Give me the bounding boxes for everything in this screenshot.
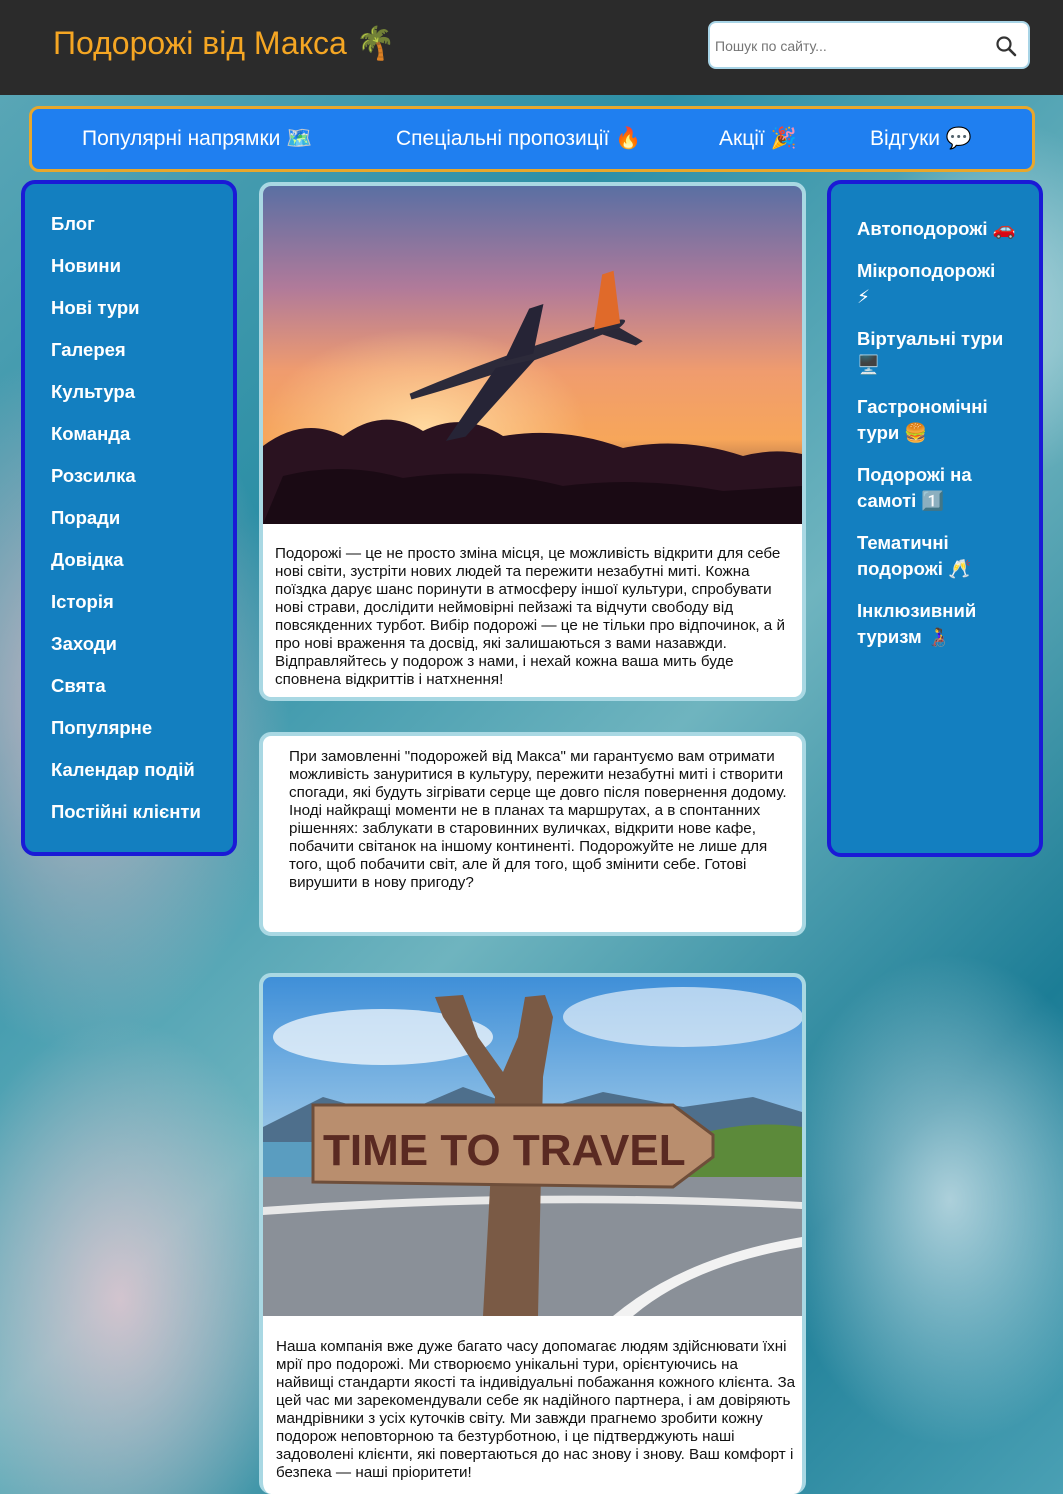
content-card: TIME TO TRAVEL Наша компанія вже дуже ба… xyxy=(259,973,806,1494)
sidebar-item-news[interactable]: Новини xyxy=(51,255,121,277)
content-card: Подорожі — це не просто зміна місця, це … xyxy=(259,182,806,701)
card-text: При замовленні "подорожей від Макса" ми … xyxy=(289,748,787,891)
sidebar-item-virtual-tours[interactable]: Віртуальні тури 🖥️ xyxy=(857,326,1007,378)
sidebar-item-gastro-tours[interactable]: Гастрономічні тури 🍔 xyxy=(857,394,1007,446)
card-text: Подорожі — це не просто зміна місця, це … xyxy=(275,545,785,688)
sidebar-item-road-trips[interactable]: Автоподорожі 🚗 xyxy=(857,216,1037,242)
sidebar-item-newsletter[interactable]: Розсилка xyxy=(51,465,136,487)
top-navigation: Популярні напрямки 🗺️ Спеціальні пропози… xyxy=(29,106,1035,172)
sidebar-item-solo-travel[interactable]: Подорожі на самоті 1️⃣ xyxy=(857,462,997,514)
right-sidebar: Автоподорожі 🚗 Мікроподорожі ⚡ Віртуальн… xyxy=(827,180,1043,857)
nav-reviews[interactable]: Відгуки 💬 xyxy=(870,127,972,151)
time-to-travel-image: TIME TO TRAVEL xyxy=(263,977,802,1316)
sidebar-item-culture[interactable]: Культура xyxy=(51,381,135,403)
card-text: Наша компанія вже дуже багато часу допом… xyxy=(276,1338,796,1481)
airplane-sunset-image xyxy=(263,186,802,524)
sidebar-item-tips[interactable]: Поради xyxy=(51,507,120,529)
content-card: При замовленні "подорожей від Макса" ми … xyxy=(259,732,806,936)
search-box[interactable] xyxy=(708,21,1030,69)
sidebar-item-history[interactable]: Історія xyxy=(51,591,114,613)
sidebar-item-holidays[interactable]: Свята xyxy=(51,675,106,697)
sign-text: TIME TO TRAVEL xyxy=(323,1126,686,1175)
sidebar-item-popular[interactable]: Популярне xyxy=(51,717,152,739)
sidebar-item-inclusive-tourism[interactable]: Інклюзивний туризм 👩‍🦽 xyxy=(857,598,997,650)
nav-special-offers[interactable]: Спеціальні пропозиції 🔥 xyxy=(396,127,641,151)
nav-promotions[interactable]: Акції 🎉 xyxy=(719,127,797,151)
nav-popular-destinations[interactable]: Популярні напрямки 🗺️ xyxy=(82,127,312,151)
sidebar-item-event-calendar[interactable]: Календар подій xyxy=(51,759,195,781)
search-input[interactable] xyxy=(713,33,987,59)
sidebar-item-micro-trips[interactable]: Мікроподорожі ⚡ xyxy=(857,258,1007,310)
sidebar-item-events[interactable]: Заходи xyxy=(51,633,117,655)
sidebar-item-gallery[interactable]: Галерея xyxy=(51,339,126,361)
sidebar-item-help[interactable]: Довідка xyxy=(51,549,124,571)
sidebar-item-team[interactable]: Команда xyxy=(51,423,130,445)
sidebar-item-themed-trips[interactable]: Тематичні подорожі 🥂 xyxy=(857,530,997,582)
search-icon[interactable] xyxy=(994,34,1018,58)
left-sidebar: Блог Новини Нові тури Галерея Культура К… xyxy=(21,180,237,856)
site-logo[interactable]: Подорожі від Макса 🌴 xyxy=(53,24,396,62)
site-header: Подорожі від Макса 🌴 xyxy=(0,0,1063,95)
sidebar-item-new-tours[interactable]: Нові тури xyxy=(51,297,140,319)
sidebar-item-blog[interactable]: Блог xyxy=(51,213,95,235)
sidebar-item-regular-clients[interactable]: Постійні клієнти xyxy=(51,801,201,823)
